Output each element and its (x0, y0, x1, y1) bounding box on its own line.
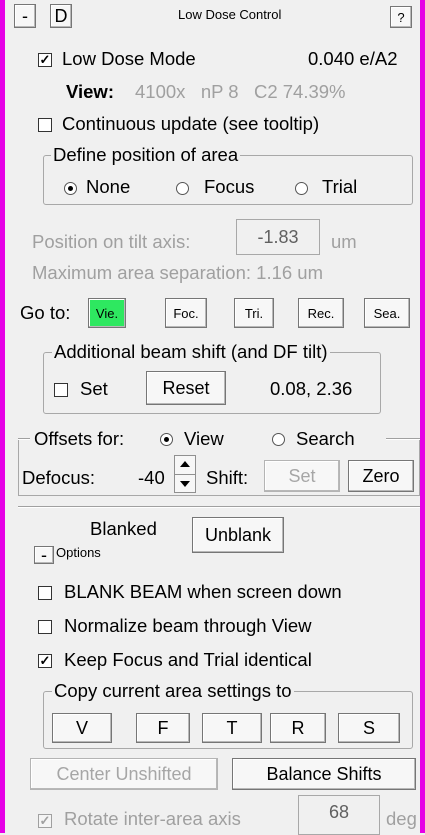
keep-focus-trial-label: Keep Focus and Trial identical (64, 649, 312, 670)
goto-label: Go to: (20, 302, 71, 323)
continuous-update-label: Continuous update (see tooltip) (62, 113, 320, 134)
goto-focus-button[interactable]: Foc. (165, 298, 207, 328)
copy-to-view-button[interactable]: V (52, 713, 112, 743)
define-position-legend: Define position of area (51, 144, 241, 166)
beam-shift-reset-button[interactable]: Reset (146, 371, 226, 405)
spinner-down-icon[interactable] (180, 481, 190, 487)
offsets-search-radio[interactable] (272, 433, 285, 446)
position-tilt-axis-field[interactable]: -1.83 (236, 219, 320, 255)
panel-title: Low Dose Control (178, 7, 282, 22)
beam-shift-set-checkbox[interactable] (54, 383, 68, 397)
low-dose-mode-checkbox[interactable]: ✓ (38, 53, 52, 67)
rotate-axis-value-field[interactable]: 68 (298, 795, 380, 835)
offsets-rule-left (18, 438, 30, 440)
offsets-search-label: Search (296, 428, 355, 449)
rotate-axis-unit: deg (386, 808, 417, 829)
balance-shifts-button[interactable]: Balance Shifts (232, 758, 416, 790)
section-divider (18, 506, 420, 508)
blank-beam-label: BLANK BEAM when screen down (64, 581, 342, 602)
position-tilt-axis-unit: um (331, 231, 357, 252)
copy-to-trial-button[interactable]: T (202, 713, 262, 743)
spinner-divider (175, 474, 195, 475)
center-unshifted-button[interactable]: Center Unshifted (30, 758, 218, 790)
keep-focus-trial-checkbox[interactable]: ✓ (38, 654, 52, 668)
goto-search-button[interactable]: Sea. (364, 298, 410, 328)
unblank-button[interactable]: Unblank (192, 517, 284, 553)
shift-zero-button[interactable]: Zero (348, 460, 414, 492)
view-settings-values: 4100x nP 8 C2 74.39% (135, 81, 346, 102)
blank-status: Blanked (90, 518, 157, 539)
goto-view-button[interactable]: Vie. (88, 298, 126, 328)
options-collapse-button[interactable]: - (34, 545, 54, 565)
radio-trial[interactable] (295, 182, 308, 195)
radio-trial-label: Trial (322, 176, 358, 197)
d-button[interactable]: D (50, 4, 72, 28)
radio-none-label: None (86, 176, 131, 197)
defocus-label: Defocus: (22, 467, 96, 488)
radio-focus[interactable] (176, 182, 189, 195)
defocus-spinner[interactable] (174, 455, 196, 493)
radio-focus-label: Focus (204, 176, 255, 197)
beam-shift-legend: Additional beam shift (and DF tilt) (52, 341, 330, 363)
dose-value: 0.040 e/A2 (308, 48, 398, 69)
offsets-label: Offsets for: (34, 428, 125, 449)
blank-beam-checkbox[interactable] (38, 586, 52, 600)
rotate-axis-label: Rotate inter-area axis (64, 808, 241, 829)
normalize-beam-label: Normalize beam through View (64, 615, 312, 636)
goto-record-button[interactable]: Rec. (298, 298, 344, 328)
continuous-update-checkbox[interactable] (38, 118, 52, 132)
shift-label: Shift: (206, 467, 249, 488)
offsets-view-radio[interactable] (160, 433, 173, 446)
beam-shift-set-label: Set (80, 378, 108, 399)
rotate-axis-checkbox[interactable]: ✓ (38, 814, 52, 828)
offsets-rule-right (386, 438, 420, 440)
right-border-stripe (420, 0, 425, 833)
shift-set-button[interactable]: Set (264, 460, 340, 492)
copy-to-record-button[interactable]: R (270, 713, 326, 743)
offsets-view-label: View (184, 428, 224, 449)
spinner-up-icon[interactable] (180, 461, 190, 467)
max-area-separation-label: Maximum area separation: 1.16 um (32, 262, 323, 283)
copy-settings-legend: Copy current area settings to (52, 680, 294, 702)
defocus-value: -40 (138, 467, 165, 488)
beam-shift-value: 0.08, 2.36 (270, 378, 353, 399)
left-border-stripe (0, 0, 5, 833)
copy-to-focus-button[interactable]: F (136, 713, 190, 743)
position-tilt-axis-label: Position on tilt axis: (32, 231, 191, 252)
normalize-beam-checkbox[interactable] (38, 620, 52, 634)
collapse-button[interactable]: - (14, 4, 36, 28)
view-label: View: (66, 81, 114, 102)
low-dose-mode-label: Low Dose Mode (62, 48, 196, 69)
goto-trial-button[interactable]: Tri. (234, 298, 274, 328)
options-label: Options (56, 545, 101, 560)
help-button[interactable]: ? (390, 6, 412, 28)
radio-none[interactable] (64, 182, 77, 195)
copy-to-search-button[interactable]: S (338, 713, 400, 743)
